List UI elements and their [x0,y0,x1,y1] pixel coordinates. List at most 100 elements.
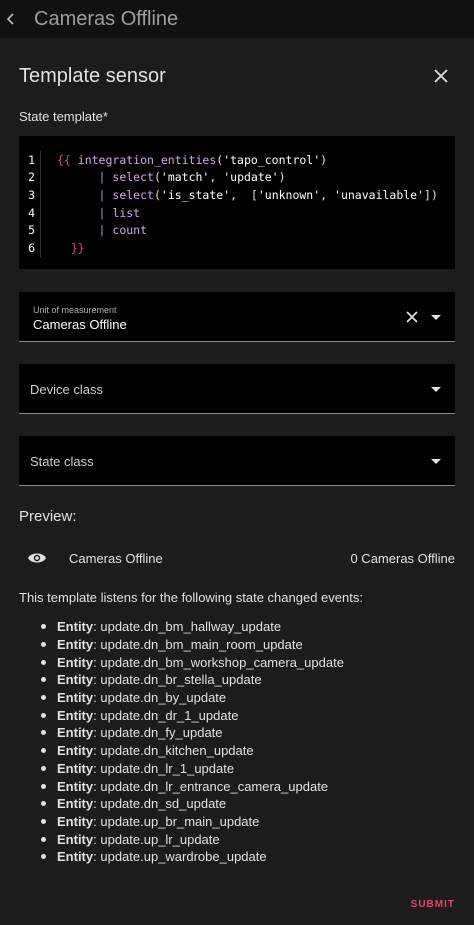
entity-id: update.dn_lr_entrance_camera_update [100,778,329,794]
unit-field-value: Cameras Offline [33,317,127,332]
caret-down-icon [431,459,441,464]
preview-entity-state: 0 Cameras Offline [350,550,455,566]
unit-of-measurement-select[interactable]: Unit of measurement Cameras Offline [19,292,455,342]
state-class-select[interactable]: State class [19,436,455,486]
entity-id: update.dn_dr_1_update [100,707,239,723]
dialog-title: Template sensor [19,64,166,87]
list-item: Entity: update.dn_by_update [39,689,344,707]
entity-id: update.dn_bm_main_room_update [100,637,303,653]
list-item: Entity: update.up_wardrobe_update [39,848,344,866]
entity-separator: : [93,654,101,670]
list-item: Entity: update.dn_lr_entrance_camera_upd… [39,777,344,795]
entity-separator: : [93,725,101,741]
code-line: 3 | select('is_state', ['unknown', 'unav… [19,186,455,204]
code-token: integration_entities [77,152,217,167]
device-class-select[interactable]: Device class [19,364,455,414]
chevron-left-icon [6,13,14,25]
code-token: ( [153,187,161,202]
entity-separator: : [93,813,101,829]
listened-entities-list: Entity: update.dn_bm_hallway_update Entit… [39,618,344,866]
bullet-icon [41,642,46,648]
entity-prefix: Entity [57,690,94,706]
line-number: 6 [28,240,35,255]
entity-separator: : [93,619,101,635]
caret-down-icon [431,387,441,392]
device-class-placeholder: Device class [30,382,103,397]
code-line: 1 {{ integration_entities('tapo_control') [19,151,455,169]
eye-icon [19,544,55,572]
bullet-icon [41,818,46,824]
code-token: ]) [424,187,438,202]
list-item: Entity: update.dn_sd_update [39,795,344,813]
entity-prefix: Entity [57,743,94,759]
code-token: ( [153,170,161,185]
code-token: | [98,223,113,238]
code-token: | [98,170,113,185]
clear-icon[interactable] [405,310,419,324]
entity-id: update.dn_fy_update [100,725,223,741]
list-item: Entity: update.up_br_main_update [39,813,344,831]
entity-prefix: Entity [57,831,94,847]
entity-prefix: Entity [57,796,94,812]
entity-prefix: Entity [57,654,94,670]
list-item: Entity: update.dn_lr_1_update [39,760,344,778]
bullet-icon [41,659,46,665]
entity-id: update.up_lr_update [100,831,220,847]
line-number: 3 [28,187,35,202]
bullet-icon [41,801,46,807]
unit-field-label: Unit of measurement [33,305,117,315]
submit-button[interactable]: SUBMIT [411,899,455,910]
bullet-icon [41,730,46,736]
code-token: | [98,187,113,202]
bullet-icon [41,624,46,630]
caret-down-icon[interactable] [431,312,441,322]
list-item: Entity: update.dn_kitchen_update [39,742,344,760]
code-token: 'is_state' [160,187,231,202]
entity-id: update.up_br_main_update [100,813,260,829]
entity-id: update.dn_bm_workshop_camera_update [100,654,344,670]
state-class-placeholder: State class [30,454,94,469]
close-button[interactable] [427,62,455,90]
entity-prefix: Entity [57,849,94,865]
back-button[interactable] [0,8,22,30]
preview-heading: Preview: [19,508,77,525]
gutter-divider [40,151,41,258]
bullet-icon [41,765,46,771]
line-number: 1 [28,152,35,167]
bullet-icon [41,783,46,789]
entity-separator: : [93,672,101,688]
code-token: 'update' [223,170,279,185]
code-token: | [98,205,113,220]
list-item: Entity: update.dn_dr_1_update [39,706,344,724]
page-title: Cameras Offline [34,7,179,30]
entity-id: update.dn_bm_hallway_update [100,619,282,635]
state-template-editor[interactable]: 1{{ integration_entities('tapo_control')… [19,136,455,269]
top-bar: Cameras Offline [0,0,474,38]
entity-prefix: Entity [57,707,94,723]
code-line: 4 | list [19,204,455,222]
entity-separator: : [93,707,101,723]
preview-row: Cameras Offline 0 Cameras Offline [19,544,455,572]
list-item: Entity: update.dn_bm_hallway_update [39,618,344,636]
close-icon [434,69,448,83]
entity-prefix: Entity [57,778,94,794]
code-token: select [112,170,154,185]
list-item: Entity: update.up_lr_update [39,830,344,848]
entity-separator: : [93,796,101,812]
list-item: Entity: update.dn_bm_main_room_update [39,636,344,654]
state-template-label: State template* [19,109,108,124]
code-token: 'unavailable' [334,187,425,202]
entity-id: update.dn_kitchen_update [100,743,254,759]
entity-id: update.dn_by_update [100,690,227,706]
code-token: select [112,187,154,202]
entity-separator: : [93,849,101,865]
code-token: 'unknown' [257,187,321,202]
code-token: list [112,205,141,220]
entity-prefix: Entity [57,637,94,653]
list-item: Entity: update.dn_br_stella_update [39,671,344,689]
entity-prefix: Entity [57,725,94,741]
entity-id: update.dn_br_stella_update [100,672,262,688]
entity-prefix: Entity [57,672,94,688]
